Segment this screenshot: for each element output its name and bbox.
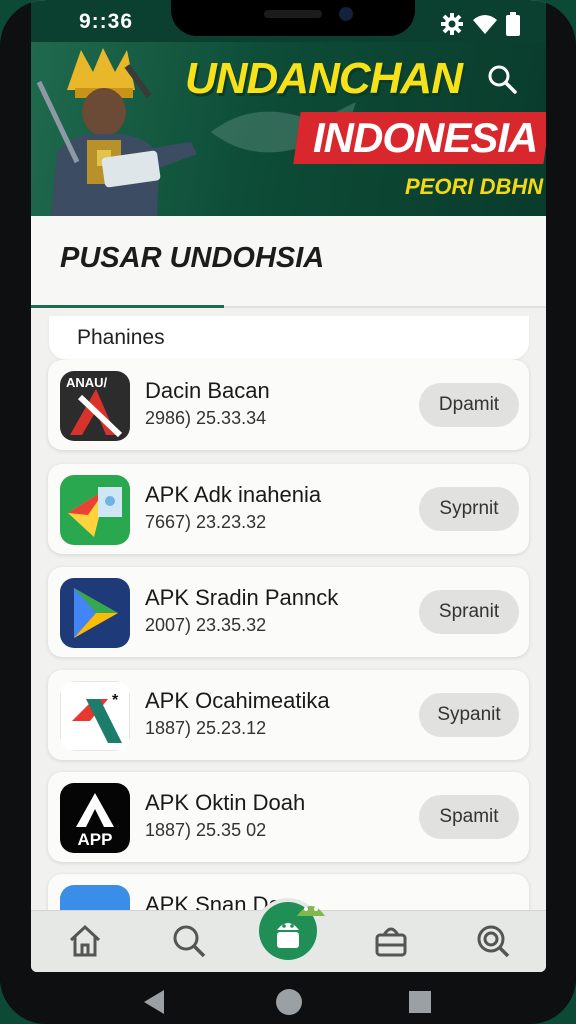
list-header-label: Phanines: [77, 326, 165, 349]
app-name: APK Sradin Pannck: [145, 585, 339, 610]
list-header: Phanines: [49, 316, 529, 360]
app-meta: 7667) 23.23.32: [145, 512, 267, 532]
play-store-app-icon: [60, 578, 130, 648]
banner-link[interactable]: PEORI DBHN ›: [405, 174, 546, 200]
app-icon-text: APP: [78, 830, 113, 849]
app-action-button[interactable]: Spamit: [419, 795, 519, 839]
status-bar: 9::36: [31, 0, 546, 42]
back-icon[interactable]: [144, 990, 166, 1014]
speaker-grille: [264, 10, 322, 18]
app-list-item[interactable]: APK Sradin Pannck 2007) 23.35.32 Spranit: [48, 567, 529, 657]
system-navigation-bar: [0, 972, 576, 1024]
app-action-button[interactable]: Dpamit: [419, 383, 519, 427]
banner-link-label: PEORI DBHN: [405, 174, 544, 199]
search-icon[interactable]: [487, 64, 517, 94]
play-games-app-icon: [60, 475, 130, 545]
search-icon[interactable]: [171, 923, 207, 959]
svg-text:*: *: [112, 692, 119, 709]
app-list-item[interactable]: * APK Ocahimeatika 1887) 25.23.12 Sypani…: [48, 670, 529, 760]
app-icon-text: ANAU/: [66, 375, 108, 390]
phone-frame: 9::36 UNDANCHAN INDONESIA PEORI DBHN PUS…: [0, 0, 576, 1024]
banner-title: UNDANCHAN: [185, 54, 463, 103]
wifi-icon: [473, 15, 497, 34]
home-circle-icon[interactable]: [275, 988, 303, 1016]
app-meta: 2007) 23.35.32: [145, 615, 267, 635]
anau-app-icon: ANAU/: [60, 371, 130, 441]
store-icon[interactable]: [373, 923, 409, 959]
app-meta: 2986) 25.33.34: [145, 408, 267, 428]
front-camera: [339, 7, 353, 21]
status-icons: [440, 12, 520, 36]
settings-gear-icon: [441, 13, 463, 35]
app-app-icon: APP: [60, 783, 130, 853]
section-tab-indicator: [31, 305, 224, 308]
banner-subtitle: INDONESIA: [313, 114, 538, 161]
app-name: Dacin Bacan: [145, 378, 270, 403]
app-name: APK Adk inahenia: [145, 482, 322, 507]
app-list-item[interactable]: ANAU/ Dacin Bacan 2986) 25.33.34 Dpamit: [48, 360, 529, 450]
status-time: 9::36: [79, 10, 134, 33]
app-action-button[interactable]: Syprnit: [419, 487, 519, 531]
app-name: APK Oktin Doah: [145, 790, 306, 815]
app-action-button[interactable]: Sypanit: [419, 693, 519, 737]
promo-banner[interactable]: UNDANCHAN INDONESIA PEORI DBHN ›: [31, 42, 546, 216]
app-list-item[interactable]: APK Adk inahenia 7667) 23.23.32 Syprnit: [48, 464, 529, 554]
section-header: PUSAR UNDOHSIA: [31, 216, 546, 308]
camera-notch: [171, 0, 415, 36]
battery-icon: [506, 12, 520, 36]
recent-apps-icon[interactable]: [409, 991, 431, 1013]
home-icon[interactable]: [67, 923, 103, 959]
discover-icon[interactable]: [475, 923, 511, 959]
app-name: APK Ocahimeatika: [145, 688, 330, 713]
android-mascot-icon: [297, 906, 325, 916]
screen: 9::36 UNDANCHAN INDONESIA PEORI DBHN PUS…: [31, 0, 546, 972]
app-meta: 1887) 25.23.12: [145, 718, 267, 738]
section-title: PUSAR UNDOHSIA: [60, 242, 325, 274]
ocahimeatika-app-icon: *: [60, 681, 130, 751]
app-action-button[interactable]: Spranit: [419, 590, 519, 634]
app-meta: 1887) 25.35 02: [145, 820, 267, 840]
app-list-item[interactable]: APP APK Oktin Doah 1887) 25.35 02 Spamit: [48, 772, 529, 862]
